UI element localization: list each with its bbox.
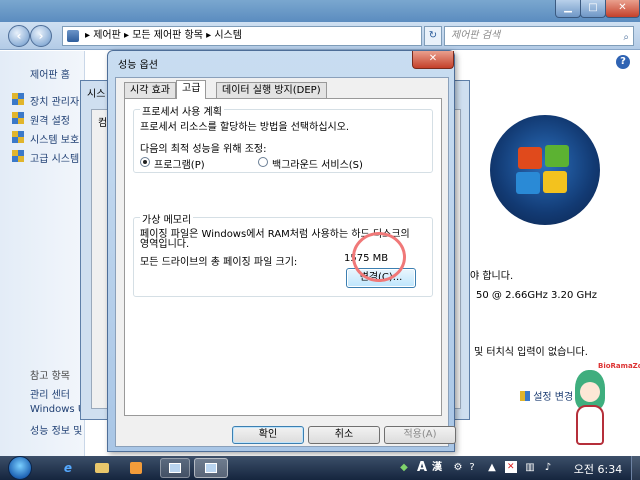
back-arrow-icon[interactable]: ‹	[8, 25, 30, 47]
processor-scheduling-group: 프로세서 사용 계획 프로세서 리소스를 할당하는 방법을 선택하십시오. 다음…	[133, 103, 433, 173]
tab-dep[interactable]: 데이터 실행 방지(DEP)	[216, 82, 327, 98]
background-services-radio[interactable]	[258, 157, 268, 167]
processor-speed-text: 50 @ 2.66GHz 3.20 GHz	[476, 290, 598, 301]
language-bar-icon[interactable]: ◆	[397, 461, 411, 475]
windows-orb-icon	[8, 456, 32, 480]
group-title: 프로세서 사용 계획	[140, 103, 224, 118]
dialog-close-button[interactable]: ✕	[412, 51, 454, 69]
window-title-bar: ▁ □ ✕	[0, 0, 640, 22]
performance-options-dialog: 성능 옵션 ✕ 시각 효과 고급 데이터 실행 방지(DEP) 프로세서 사용 …	[107, 50, 456, 452]
clock[interactable]: 오전 6:34	[574, 461, 622, 477]
total-paging-label: 모든 드라이브의 총 페이징 파일 크기:	[140, 257, 298, 268]
start-button[interactable]	[6, 456, 34, 480]
minimize-button[interactable]: ▁	[555, 0, 581, 18]
refresh-icon[interactable]: ↻	[424, 26, 442, 46]
system-properties-title: 시스	[87, 89, 106, 100]
device-manager-link[interactable]: 장치 관리자	[30, 93, 79, 108]
action-center-flag-icon[interactable]	[505, 460, 519, 475]
window-icon	[169, 463, 181, 473]
internet-explorer-icon[interactable]: e	[56, 458, 80, 478]
shield-icon	[520, 391, 530, 401]
media-player-icon[interactable]	[124, 458, 148, 478]
shield-icon	[12, 131, 24, 143]
folder-icon[interactable]	[90, 458, 114, 478]
computer-name-tab[interactable]: 컴	[98, 114, 107, 129]
optimize-label: 다음의 최적 성능을 위해 조정:	[140, 144, 267, 155]
tab-advanced[interactable]: 고급	[176, 80, 207, 99]
hanja-indicator[interactable]: 漢	[430, 461, 444, 475]
advanced-system-link[interactable]: 고급 시스템	[30, 150, 79, 165]
help-icon[interactable]: ?	[616, 55, 630, 69]
forward-arrow-icon[interactable]: ›	[30, 25, 52, 47]
processor-description: 프로세서 리소스를 할당하는 방법을 선택하십시오.	[140, 122, 350, 133]
action-center-link[interactable]: 관리 센터	[30, 386, 70, 401]
left-navigation-pane: 제어판 홈 장치 관리자 원격 설정 시스템 보호 고급 시스템 참고 항목 관…	[0, 51, 91, 456]
performance-info-link[interactable]: 성능 정보 및	[30, 422, 82, 437]
control-panel-home-link[interactable]: 제어판 홈	[30, 66, 70, 81]
search-placeholder: 제어판 검색	[451, 30, 501, 41]
programs-radio[interactable]	[140, 157, 150, 167]
paging-file-description-2: 영역입니다.	[140, 239, 190, 250]
address-toolbar: ‹ › ▸ 제어판 ▸ 모든 제어판 항목 ▸ 시스템 ↻ 제어판 검색 ⌕	[0, 22, 640, 50]
search-icon[interactable]: ⌕	[623, 29, 629, 47]
breadcrumb-item[interactable]: 모든 제어판 항목	[132, 30, 203, 41]
apply-button[interactable]: 적용(A)	[384, 426, 456, 444]
breadcrumb-item[interactable]: 시스템	[214, 30, 242, 41]
shield-icon	[12, 112, 24, 124]
taskbar: e ◆ A 漢 ⚙ ? ▲ ▥ ♪ 오전 6:34	[0, 456, 640, 480]
change-button[interactable]: 변경(C)...	[346, 268, 416, 288]
group-title: 가상 메모리	[140, 211, 194, 226]
show-desktop-button[interactable]	[631, 456, 640, 480]
dialog-title: 성능 옵션	[118, 60, 158, 71]
breadcrumb-item[interactable]: 제어판	[93, 30, 121, 41]
total-paging-value: 1575 MB	[344, 253, 389, 264]
maximize-button[interactable]: □	[580, 0, 606, 18]
address-chevron-icon: ▸	[85, 30, 94, 41]
windows-logo	[490, 115, 600, 225]
background-services-radio-label[interactable]: 백그라운드 서비스(S)	[272, 156, 363, 171]
ok-button[interactable]: 확인	[232, 426, 304, 444]
close-button[interactable]: ✕	[605, 0, 640, 18]
taskbar-performance-options[interactable]	[194, 458, 228, 478]
programs-radio-label[interactable]: 프로그램(P)	[154, 156, 205, 171]
shield-icon	[12, 93, 24, 105]
volume-icon[interactable]: ♪	[541, 461, 555, 475]
virtual-memory-group: 가상 메모리 페이징 파일은 Windows에서 RAM처럼 사용하는 하드 디…	[133, 211, 433, 297]
help-tray-icon[interactable]: ?	[465, 461, 479, 475]
remote-settings-link[interactable]: 원격 설정	[30, 112, 70, 127]
mascot-watermark: BioRamaZone	[598, 362, 640, 370]
system-protection-link[interactable]: 시스템 보호	[30, 131, 79, 146]
control-panel-icon	[67, 30, 79, 42]
address-bar[interactable]: ▸ 제어판 ▸ 모든 제어판 항목 ▸ 시스템	[62, 26, 422, 46]
ime-mode-indicator[interactable]: A	[415, 461, 429, 475]
see-also-header: 참고 항목	[30, 371, 70, 382]
cancel-button[interactable]: 취소	[308, 426, 380, 444]
network-icon[interactable]: ▥	[523, 461, 537, 475]
mascot-illustration	[560, 355, 620, 455]
tab-visual-effects[interactable]: 시각 효과	[124, 82, 176, 98]
dialog-body: 시각 효과 고급 데이터 실행 방지(DEP) 프로세서 사용 계획 프로세서 …	[115, 77, 456, 447]
taskbar-system-properties[interactable]	[160, 458, 190, 478]
tray-expand-icon[interactable]: ▲	[485, 461, 499, 475]
window-icon	[205, 463, 217, 473]
search-input[interactable]: 제어판 검색 ⌕	[444, 26, 634, 46]
ime-settings-icon[interactable]: ⚙	[451, 461, 465, 475]
advanced-tab-panel: 프로세서 사용 계획 프로세서 리소스를 할당하는 방법을 선택하십시오. 다음…	[124, 98, 442, 416]
address-chevron-icon: ▸	[124, 30, 133, 41]
shield-icon	[12, 150, 24, 162]
